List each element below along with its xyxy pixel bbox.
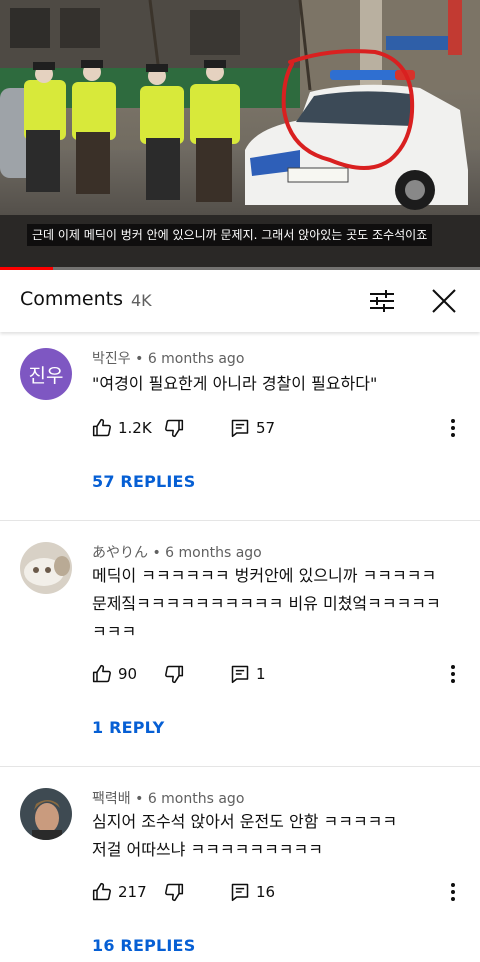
- avatar[interactable]: 진우: [20, 348, 72, 400]
- more-vert-icon: [451, 883, 455, 901]
- comment-text: 심지어 조수석 앉아서 운전도 안함 ㅋㅋㅋㅋㅋ 저걸 어따쓰냐 ㅋㅋㅋㅋㅋㅋㅋ…: [92, 808, 464, 864]
- reply-count: 1: [256, 665, 266, 683]
- avatar-letter: 진우: [28, 364, 64, 387]
- comment-text-line: 심지어 조수석 앉아서 운전도 안함 ㅋㅋㅋㅋㅋ: [92, 812, 398, 831]
- comment-icon: [231, 883, 249, 902]
- comment-text-line: 저걸 어따쓰냐 ㅋㅋㅋㅋㅋㅋㅋㅋㅋ: [92, 840, 323, 859]
- view-replies-link[interactable]: 1 REPLY: [92, 718, 164, 737]
- more-options-button[interactable]: [450, 662, 456, 686]
- reply-button[interactable]: 1: [230, 662, 266, 686]
- comment-icon: [231, 665, 249, 684]
- like-button[interactable]: 217: [92, 880, 147, 904]
- avatar-photo: [20, 542, 72, 594]
- comment-author[interactable]: 팩력배: [92, 791, 131, 807]
- like-count: 217: [118, 883, 147, 901]
- thumbs-down-icon: [165, 665, 184, 684]
- comments-header: Comments 4K: [0, 270, 480, 332]
- close-icon: [432, 289, 456, 313]
- comment-author[interactable]: あやりん: [92, 545, 148, 561]
- comment-actions: 1.2K 57: [92, 416, 470, 440]
- comment-actions: 217 16: [92, 880, 470, 904]
- meta-separator: •: [152, 545, 166, 561]
- reply-button[interactable]: 16: [230, 880, 275, 904]
- comment-time: 6 months ago: [147, 791, 245, 807]
- thumbs-down-icon: [165, 419, 184, 438]
- thumbs-down-icon: [165, 883, 184, 902]
- more-options-button[interactable]: [450, 416, 456, 440]
- reply-count: 57: [256, 419, 276, 437]
- more-vert-icon: [451, 419, 455, 437]
- avatar-photo: [20, 788, 72, 840]
- comment-text: "여경이 필요한게 아니라 경찰이 필요하다": [92, 370, 464, 398]
- thumbs-up-icon: [92, 418, 111, 437]
- comment-divider: [0, 520, 480, 521]
- comment-time: 6 months ago: [165, 545, 262, 561]
- dislike-button[interactable]: [164, 880, 184, 904]
- video-player[interactable]: 근데 이제 메딕이 벙커 안에 있으니까 문제지. 그래서 앉아있는 곳도 조수…: [0, 0, 480, 270]
- avatar[interactable]: [20, 542, 72, 594]
- comment-meta: 팩력배 • 6 months ago: [92, 788, 244, 808]
- close-comments-button[interactable]: [429, 286, 459, 316]
- dislike-button[interactable]: [164, 416, 184, 440]
- meta-separator: •: [135, 791, 148, 807]
- comment-text-line: 메딕이 ㅋㅋㅋㅋㅋㅋ 벙커안에 있으니까 ㅋㅋㅋㅋㅋ: [92, 566, 437, 585]
- dislike-button[interactable]: [164, 662, 184, 686]
- comment-meta: あやりん • 6 months ago: [92, 542, 262, 562]
- comment-text: 메딕이 ㅋㅋㅋㅋㅋㅋ 벙커안에 있으니까 ㅋㅋㅋㅋㅋ 문제짘ㅋㅋㅋㅋㅋㅋㅋㅋㅋㅋ…: [92, 562, 464, 646]
- comment-meta: 박진우 • 6 months ago: [92, 348, 244, 368]
- like-button[interactable]: 1.2K: [92, 416, 152, 440]
- view-replies-link[interactable]: 16 REPLIES: [92, 936, 195, 955]
- reply-count: 16: [256, 883, 276, 901]
- comments-count: 4K: [131, 291, 152, 310]
- comments-title: Comments: [20, 288, 123, 310]
- like-count: 1.2K: [118, 419, 152, 437]
- thumbs-up-icon: [92, 882, 111, 901]
- comment-text-line: "여경이 필요한게 아니라 경찰이 필요하다": [92, 374, 378, 393]
- reply-button[interactable]: 57: [230, 416, 275, 440]
- sliders-icon: [370, 290, 394, 312]
- comment-text-line: ㅋㅋㅋ: [92, 622, 137, 641]
- thumbs-up-icon: [92, 664, 111, 683]
- avatar[interactable]: [20, 788, 72, 840]
- comment-text-line: 문제짘ㅋㅋㅋㅋㅋㅋㅋㅋㅋㅋ 비유 미쳤엌ㅋㅋㅋㅋㅋ: [92, 594, 441, 613]
- more-vert-icon: [451, 665, 455, 683]
- comment-author[interactable]: 박진우: [92, 351, 131, 367]
- like-count: 90: [118, 665, 138, 683]
- more-options-button[interactable]: [450, 880, 456, 904]
- comment-divider: [0, 766, 480, 767]
- comment-icon: [231, 419, 249, 438]
- sort-filter-button[interactable]: [367, 286, 397, 316]
- view-replies-link[interactable]: 57 REPLIES: [92, 472, 195, 491]
- comment-time: 6 months ago: [147, 351, 245, 367]
- like-button[interactable]: 90: [92, 662, 137, 686]
- video-caption: 근데 이제 메딕이 벙커 안에 있으니까 문제지. 그래서 앉아있는 곳도 조수…: [27, 224, 433, 246]
- meta-separator: •: [135, 351, 148, 367]
- comment-actions: 90 1: [92, 662, 470, 686]
